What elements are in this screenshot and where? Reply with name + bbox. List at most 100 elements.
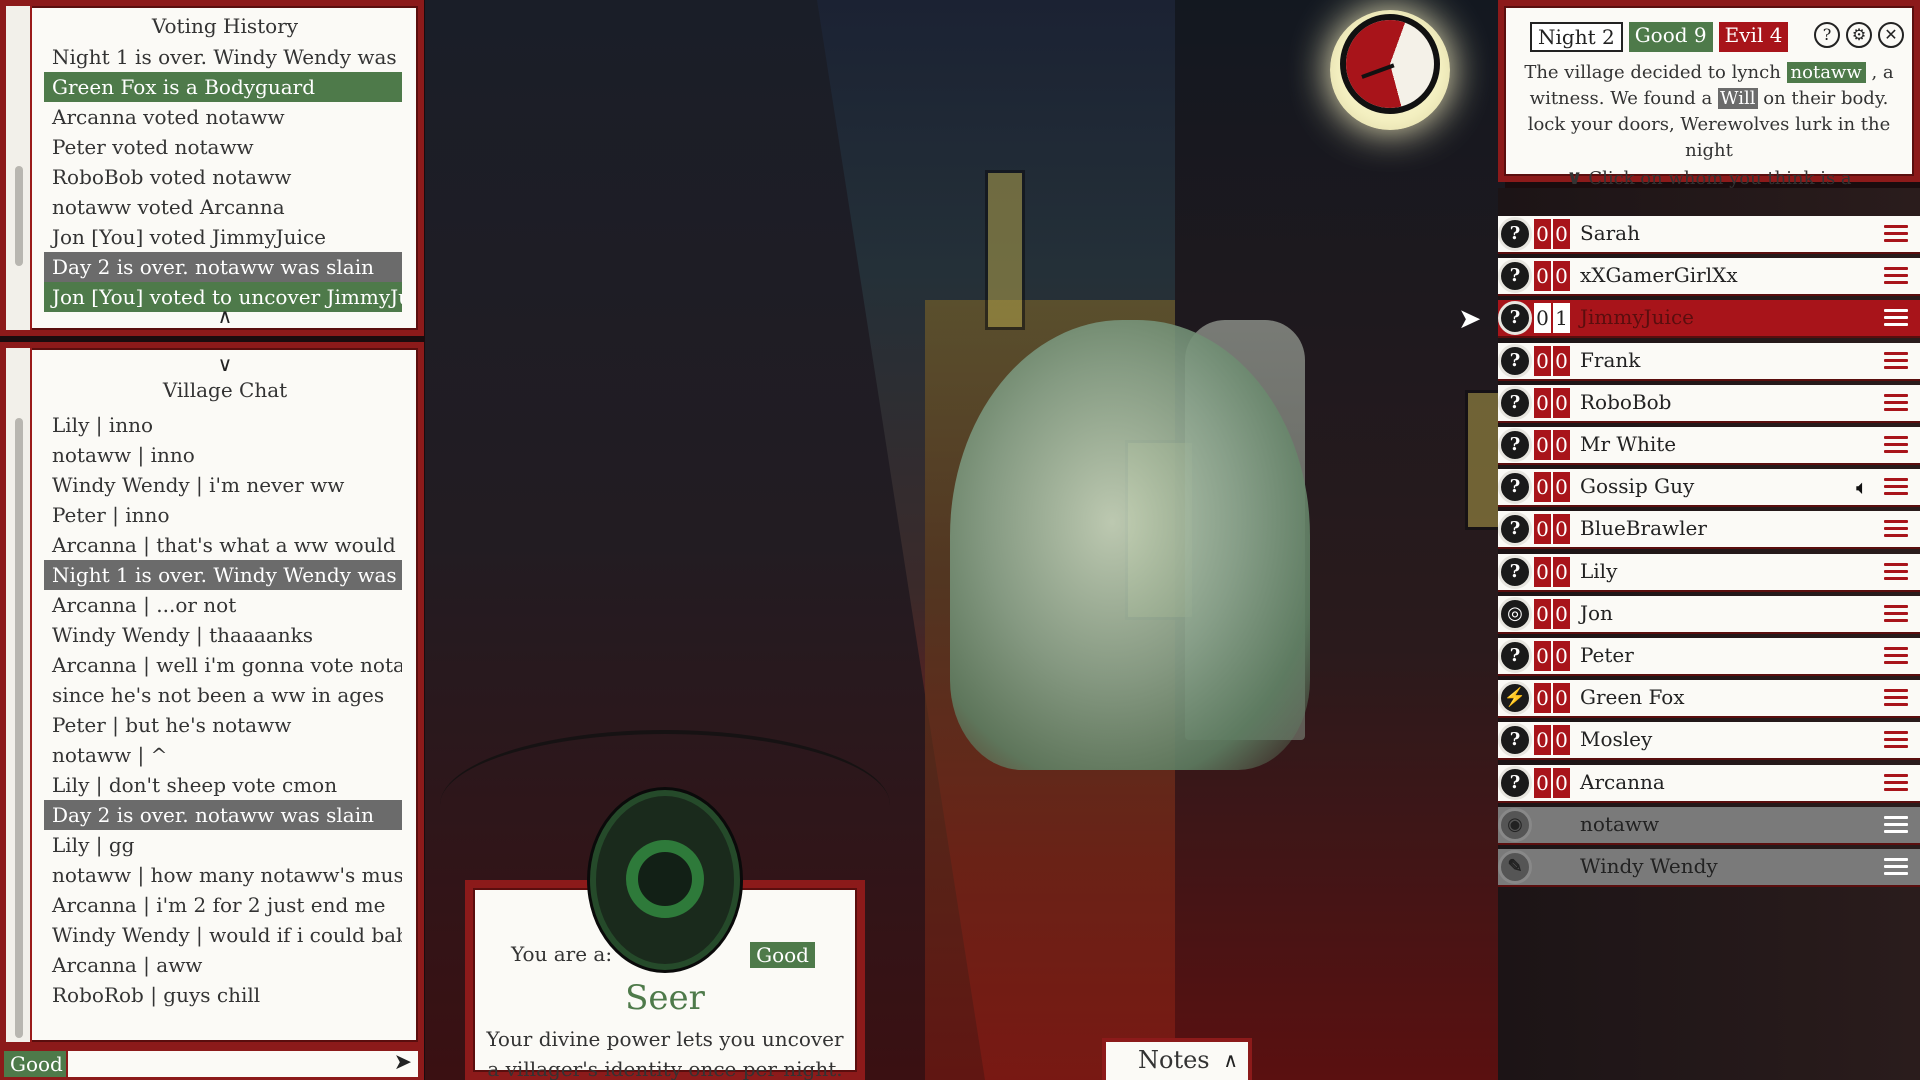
- player-avatar-icon: ⚡: [1498, 681, 1532, 716]
- player-row-arcanna[interactable]: ? 0 0 Arcanna: [1498, 764, 1920, 803]
- chat-message: Night 1 is over. Windy Wendy was slain: [44, 560, 402, 590]
- hamburger-menu-icon[interactable]: [1884, 858, 1908, 879]
- player-name: Gossip Guy: [1580, 474, 1695, 499]
- scroll-down-chevron-icon[interactable]: ∨: [32, 352, 418, 376]
- vote-digit: 0: [1553, 219, 1570, 249]
- player-name: Green Fox: [1580, 685, 1685, 710]
- player-row-mosley[interactable]: ? 0 0 Mosley: [1498, 722, 1920, 761]
- player-name: Lily: [1580, 558, 1618, 583]
- player-name: Mr White: [1580, 432, 1677, 456]
- vote-digit: 0: [1534, 219, 1551, 249]
- notes-tab[interactable]: Notes ∧: [1102, 1038, 1252, 1080]
- hamburger-menu-icon[interactable]: [1884, 267, 1908, 288]
- vote-counter: 00: [1534, 514, 1570, 545]
- player-row-windy-wendy[interactable]: ✎ Windy Wendy: [1498, 849, 1920, 887]
- chat-message: Day 2 is over. notaww was slain: [44, 800, 402, 830]
- vote-digit: 0: [1534, 598, 1551, 629]
- vote-digit: 0: [1534, 472, 1551, 503]
- hamburger-menu-icon[interactable]: [1884, 520, 1908, 541]
- hamburger-menu-icon[interactable]: [1884, 815, 1908, 837]
- player-row-peter[interactable]: ? 0 0 Peter: [1498, 638, 1920, 676]
- chat-message: Lily | gg: [52, 833, 135, 857]
- player-row-frank[interactable]: ? 0 0 Frank: [1498, 342, 1920, 381]
- player-row-green-fox[interactable]: ⚡ 0 0 Green Fox: [1498, 680, 1920, 719]
- vote-digit: 0: [1534, 345, 1551, 376]
- village-chat-scrollbar[interactable]: [6, 348, 32, 1042]
- hamburger-menu-icon[interactable]: [1884, 309, 1908, 330]
- scroll-thumb[interactable]: [15, 418, 23, 1038]
- status-panel: Night 2 Good 9 Evil 4 ? ⚙ ✕ The village …: [1498, 0, 1920, 217]
- player-row-bluebrawler[interactable]: ? 0 0 BlueBrawler: [1498, 511, 1920, 550]
- vote-counter: 00: [1534, 598, 1570, 629]
- voting-history-scrollbar[interactable]: [6, 6, 32, 330]
- hamburger-menu-icon[interactable]: [1884, 604, 1908, 626]
- player-row-mr-white[interactable]: ? 0 0 Mr White: [1498, 427, 1920, 465]
- hamburger-menu-icon[interactable]: [1884, 731, 1908, 752]
- vote-digit: 1: [1553, 303, 1570, 334]
- hamburger-menu-icon[interactable]: [1884, 773, 1908, 795]
- player-name: RoboBob: [1580, 389, 1672, 414]
- voting-history-list: Night 1 is over. Windy Wendy was slain Gr…: [34, 42, 414, 312]
- player-name: Peter: [1580, 643, 1634, 667]
- lynched-player: notaww: [1786, 62, 1866, 83]
- player-row-jon[interactable]: ◎ 0 0 Jon: [1498, 595, 1920, 634]
- role-description: Your divine power lets you uncover a vil…: [486, 1027, 844, 1080]
- player-row-robobob[interactable]: ? 0 0 RoboBob: [1498, 384, 1920, 423]
- you-are-label: You are a:: [511, 942, 613, 966]
- player-row-gossip-guy[interactable]: ? 0 0 Gossip Guy 🔈︎: [1498, 469, 1920, 508]
- vote-digit: 0: [1553, 387, 1570, 418]
- player-name: JimmyJuice: [1580, 305, 1694, 330]
- player-avatar-icon: ?: [1498, 428, 1532, 462]
- vote-digit: 0: [1534, 641, 1551, 671]
- player-row-notaww[interactable]: ◉ notaww: [1498, 806, 1920, 845]
- vote-digit: 0: [1553, 345, 1570, 376]
- hamburger-menu-icon[interactable]: [1884, 689, 1908, 710]
- help-icon[interactable]: ?: [1814, 22, 1840, 48]
- vote-digit: 0: [1553, 641, 1570, 671]
- vote-digit: 0: [1534, 683, 1551, 714]
- player-avatar-icon: ?: [1498, 554, 1532, 589]
- voting-history-panel: Voting History Night 1 is over. Windy We…: [0, 0, 424, 336]
- player-row-xxgamergirlxx[interactable]: ? 0 0 xXGamerGirlXx: [1498, 258, 1920, 297]
- hamburger-menu-icon[interactable]: [1884, 436, 1908, 457]
- player-avatar-icon: ?: [1498, 470, 1532, 505]
- hamburger-menu-icon[interactable]: [1884, 393, 1908, 415]
- seer-ghost-figure: [950, 320, 1310, 770]
- hamburger-menu-icon[interactable]: [1884, 562, 1908, 584]
- chat-message: Peter | inno: [52, 503, 170, 527]
- player-avatar-icon: ?: [1498, 259, 1532, 294]
- vote-history-entry: Arcanna voted notaww: [52, 105, 285, 129]
- chat-message: notaww | how many notaww's must die: [52, 863, 402, 887]
- player-avatar-icon: ◎: [1498, 596, 1532, 631]
- hamburger-menu-icon[interactable]: [1884, 351, 1908, 373]
- player-avatar-icon: ?: [1498, 217, 1532, 251]
- vote-digit: 0: [1534, 514, 1551, 545]
- vote-counter: 00: [1534, 387, 1570, 418]
- player-row-sarah[interactable]: ? 0 0 Sarah: [1498, 216, 1920, 254]
- hamburger-menu-icon[interactable]: [1884, 225, 1908, 246]
- chat-message: Windy Wendy | thaaaanks: [52, 623, 314, 647]
- scroll-thumb[interactable]: [15, 166, 23, 266]
- good-count-badge: Good 9: [1628, 22, 1713, 52]
- player-avatar-icon: ?: [1498, 512, 1532, 547]
- hamburger-menu-icon[interactable]: [1884, 647, 1908, 668]
- vote-counter: 00: [1534, 219, 1570, 249]
- vote-counter: 01: [1534, 303, 1570, 334]
- send-icon[interactable]: ➤: [394, 1050, 412, 1075]
- chat-team-badge[interactable]: Good: [4, 1051, 66, 1077]
- chat-input[interactable]: [68, 1051, 418, 1077]
- scroll-up-chevron-icon[interactable]: ∧: [32, 304, 418, 328]
- vote-digit: 0: [1534, 387, 1551, 418]
- alignment-badge: Good: [750, 942, 815, 968]
- close-icon[interactable]: ✕: [1878, 22, 1904, 48]
- night-counter: Night 2: [1530, 22, 1623, 52]
- hamburger-menu-icon[interactable]: [1884, 478, 1908, 499]
- player-name: Sarah: [1580, 221, 1640, 245]
- vote-history-entry: Green Fox is a Bodyguard: [44, 72, 402, 102]
- player-avatar-icon: ?: [1498, 723, 1532, 758]
- player-row-lily[interactable]: ? 0 0 Lily: [1498, 553, 1920, 592]
- player-row-jimmyjuice[interactable]: ? 0 1 JimmyJuice: [1498, 300, 1920, 339]
- vote-digit: 0: [1553, 514, 1570, 545]
- gear-icon[interactable]: ⚙: [1846, 22, 1872, 48]
- vote-digit: 0: [1553, 472, 1570, 503]
